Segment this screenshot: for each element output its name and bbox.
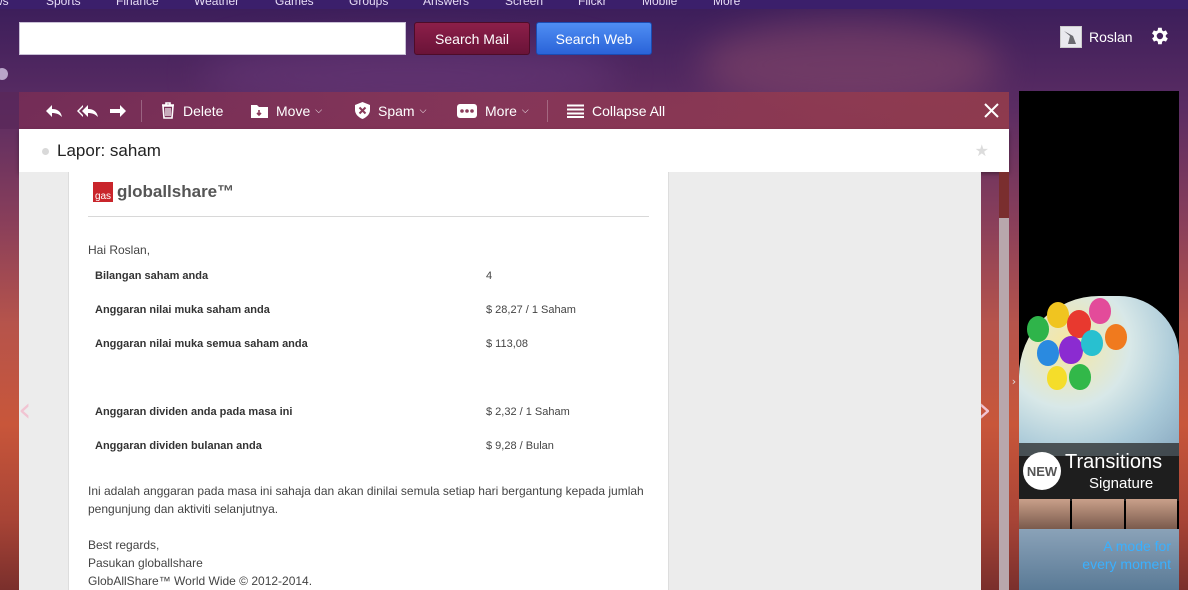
divider [88,216,649,217]
left-strip [0,92,19,129]
chevron-down-icon: ⌵ [419,105,427,115]
row-value: $ 28,27 / 1 Saham [486,304,576,316]
nav-item-weather[interactable]: Weather [194,0,239,8]
nav-item-screen[interactable]: Screen [505,0,543,8]
collapse-all-label: Collapse All [592,102,666,119]
signature-line: Best regards, [88,538,160,552]
search-mail-button[interactable]: Search Mail [414,22,530,55]
reading-pane: gas globallshare™ Hai Roslan, Bilangan s… [19,172,981,590]
ad-collapse-icon[interactable]: › [1009,370,1019,394]
row-label: Anggaran nilai muka semua saham anda [95,338,308,350]
row-label: Bilangan saham anda [95,270,209,282]
balloon-shape [1037,340,1059,366]
previous-message-icon[interactable]: ‹ [18,390,32,430]
ad-tagline-line: A mode for [1103,538,1171,554]
balloon-shape [1059,336,1083,364]
top-nav: ws Sports Finance Weather Games Groups A… [0,0,1188,9]
balloon-shape [1089,298,1111,324]
balloon-shape [1027,316,1049,342]
search-web-button[interactable]: Search Web [536,22,652,55]
row-label: Anggaran dividen bulanan anda [95,440,262,452]
ad-banner[interactable]: NEW Transitions Signature A mode for eve… [1019,91,1179,590]
collapse-all-button[interactable]: Collapse All [567,92,665,129]
ad-new-badge: NEW [1023,452,1061,490]
row-label: Anggaran dividen anda pada masa ini [95,406,293,418]
scrollbar[interactable] [999,172,1009,590]
chevron-down-icon: ⌵ [315,105,323,115]
ad-faces-strip [1019,499,1179,529]
read-status-dot[interactable] [42,148,49,155]
nav-item-mobile[interactable]: Mobile [642,0,677,8]
close-icon[interactable] [984,92,999,129]
logo-mark: gas [93,182,113,202]
row-value: $ 9,28 / Bulan [486,440,554,452]
sender-logo: gas globallshare™ [93,182,234,202]
balloon-shape [1047,366,1067,390]
balloon-shape [1081,330,1103,356]
trash-icon [162,102,174,119]
folder-icon [251,105,268,118]
message-body: gas globallshare™ Hai Roslan, Bilangan s… [68,172,669,590]
balloon-shape [1069,364,1091,390]
more-dots-icon [457,103,477,118]
star-icon[interactable]: ★ [975,141,989,160]
list-icon [567,104,584,118]
ad-brand: Transitions [1065,451,1163,473]
scrollbar-thumb[interactable] [999,172,1009,218]
body-paragraph: Ini adalah anggaran pada masa ini sahaja… [88,484,644,516]
message-subject: Lapor: saham [57,141,161,160]
nav-item-more[interactable]: More [713,0,740,8]
delete-label: Delete [183,102,224,119]
greeting: Hai Roslan, [88,243,151,257]
signature-line: Pasukan globallshare [88,556,203,570]
balloon-shape [1105,324,1127,350]
avatar[interactable] [1060,26,1082,48]
nav-item-news[interactable]: ws [0,0,9,8]
ad-tagline-line: every moment [1082,556,1171,572]
signature-line: GlobAllShare™ World Wide © 2012-2014. [88,574,313,588]
reply-icon[interactable] [45,92,63,129]
next-message-icon[interactable]: › [978,390,992,430]
nav-item-answers[interactable]: Answers [423,0,469,8]
move-button[interactable]: Move ⌵ [251,92,322,129]
logo-text: globallshare™ [117,182,235,201]
toolbar-divider [141,100,142,122]
more-label: More [485,102,517,119]
toolbar-divider [547,100,548,122]
row-label: Anggaran nilai muka saham anda [95,304,270,316]
search-input[interactable] [19,22,406,55]
balloon-shape [1047,302,1069,328]
chevron-down-icon: ⌵ [521,105,529,115]
ad-tagline: A mode for every moment [1082,537,1171,573]
gear-icon[interactable] [1148,25,1170,47]
message-toolbar: Delete Move ⌵ Spam ⌵ More ⌵ Collapse All [19,92,1009,129]
left-edge-icon [0,68,8,80]
nav-item-finance[interactable]: Finance [116,0,159,8]
more-button[interactable]: More ⌵ [457,92,529,129]
shield-icon [355,102,370,119]
forward-icon[interactable] [109,92,127,129]
nav-item-flickr[interactable]: Flickr [578,0,607,8]
nav-item-groups[interactable]: Groups [349,0,388,8]
nav-item-sports[interactable]: Sports [46,0,81,8]
row-value: $ 2,32 / 1 Saham [486,406,570,418]
user-name[interactable]: Roslan [1089,29,1133,45]
row-value: $ 113,08 [486,338,529,350]
spam-label: Spam [378,102,415,119]
row-value: 4 [486,270,493,282]
ad-image [1019,296,1179,456]
spam-button[interactable]: Spam ⌵ [355,92,426,129]
reply-all-icon[interactable] [77,92,99,129]
nav-item-games[interactable]: Games [275,0,314,8]
ad-subtitle: Signature [1089,475,1154,492]
move-label: Move [276,102,311,119]
subject-bar: Lapor: saham ★ [19,129,1009,172]
delete-button[interactable]: Delete [161,92,223,129]
